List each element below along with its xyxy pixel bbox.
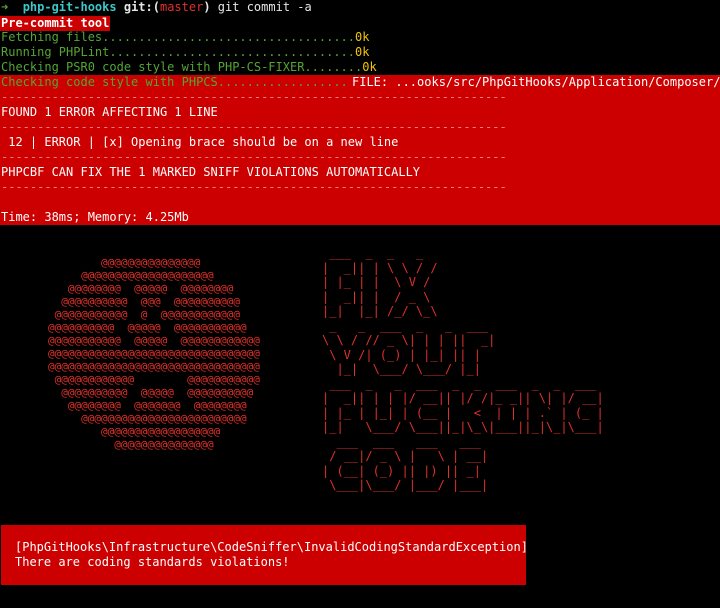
step-phplint: Running PHPLint.........................…	[1, 45, 369, 60]
separator: ----------------------------------------…	[1, 90, 507, 104]
step-phpcs: Checking code style with PHPCS..........…	[1, 75, 348, 89]
phpcs-error-report: ----------------------------------------…	[0, 75, 720, 225]
separator: ----------------------------------------…	[1, 150, 507, 164]
exception-name: [PhpGitHooks\Infrastructure\CodeSniffer\…	[15, 540, 528, 554]
git-branch: master	[159, 0, 204, 14]
prompt-directory: php-git-hooks	[22, 0, 117, 14]
ascii-face-art: @@@@@@@@@@@@@@@ @@@@@@@@@@@@@@@@@@@@ @@@…	[48, 256, 260, 451]
error-file-path: FILE: ...ooks/src/PhpGitHooks/Applicatio…	[351, 75, 720, 90]
precommit-banner: Pre-commit tool	[0, 16, 111, 31]
step-status: 0k	[355, 45, 370, 59]
step-fetching: Fetching files..........................…	[1, 30, 369, 45]
prompt-arrow-icon: ➜	[1, 0, 9, 14]
step-label: Checking PSR0 code style with PHP-CS-FIX…	[1, 60, 363, 74]
exception-box: [PhpGitHooks\Infrastructure\CodeSniffer\…	[1, 525, 528, 585]
error-detail: 12 | ERROR | [x] Opening brace should be…	[1, 135, 399, 149]
error-summary: FOUND 1 ERROR AFFECTING 1 LINE	[1, 105, 218, 119]
prompt-line: ➜ php-git-hooks git:(master) git commit …	[1, 0, 312, 15]
step-status: 0k	[355, 30, 370, 44]
ascii-text-art: ___ _ _ _ | _|| | \ \ / / | |_ | | \ V /…	[322, 246, 604, 492]
step-label: Fetching files..........................…	[1, 30, 356, 44]
timing-info: Time: 38ms; Memory: 4.25Mb	[1, 210, 189, 224]
separator: ----------------------------------------…	[1, 180, 507, 194]
git-prefix: git:(	[123, 0, 160, 14]
step-psr0: Checking PSR0 code style with PHP-CS-FIX…	[1, 60, 377, 75]
git-suffix: )	[203, 0, 211, 14]
separator: ----------------------------------------…	[1, 120, 507, 134]
fixable-notice: PHPCBF CAN FIX THE 1 MARKED SNIFF VIOLAT…	[1, 165, 421, 179]
exception-message: There are coding standards violations!	[15, 555, 290, 569]
step-status: 0k	[362, 60, 377, 74]
step-label: Running PHPLint.........................…	[1, 45, 356, 59]
command-text[interactable]: git commit -a	[218, 0, 312, 14]
